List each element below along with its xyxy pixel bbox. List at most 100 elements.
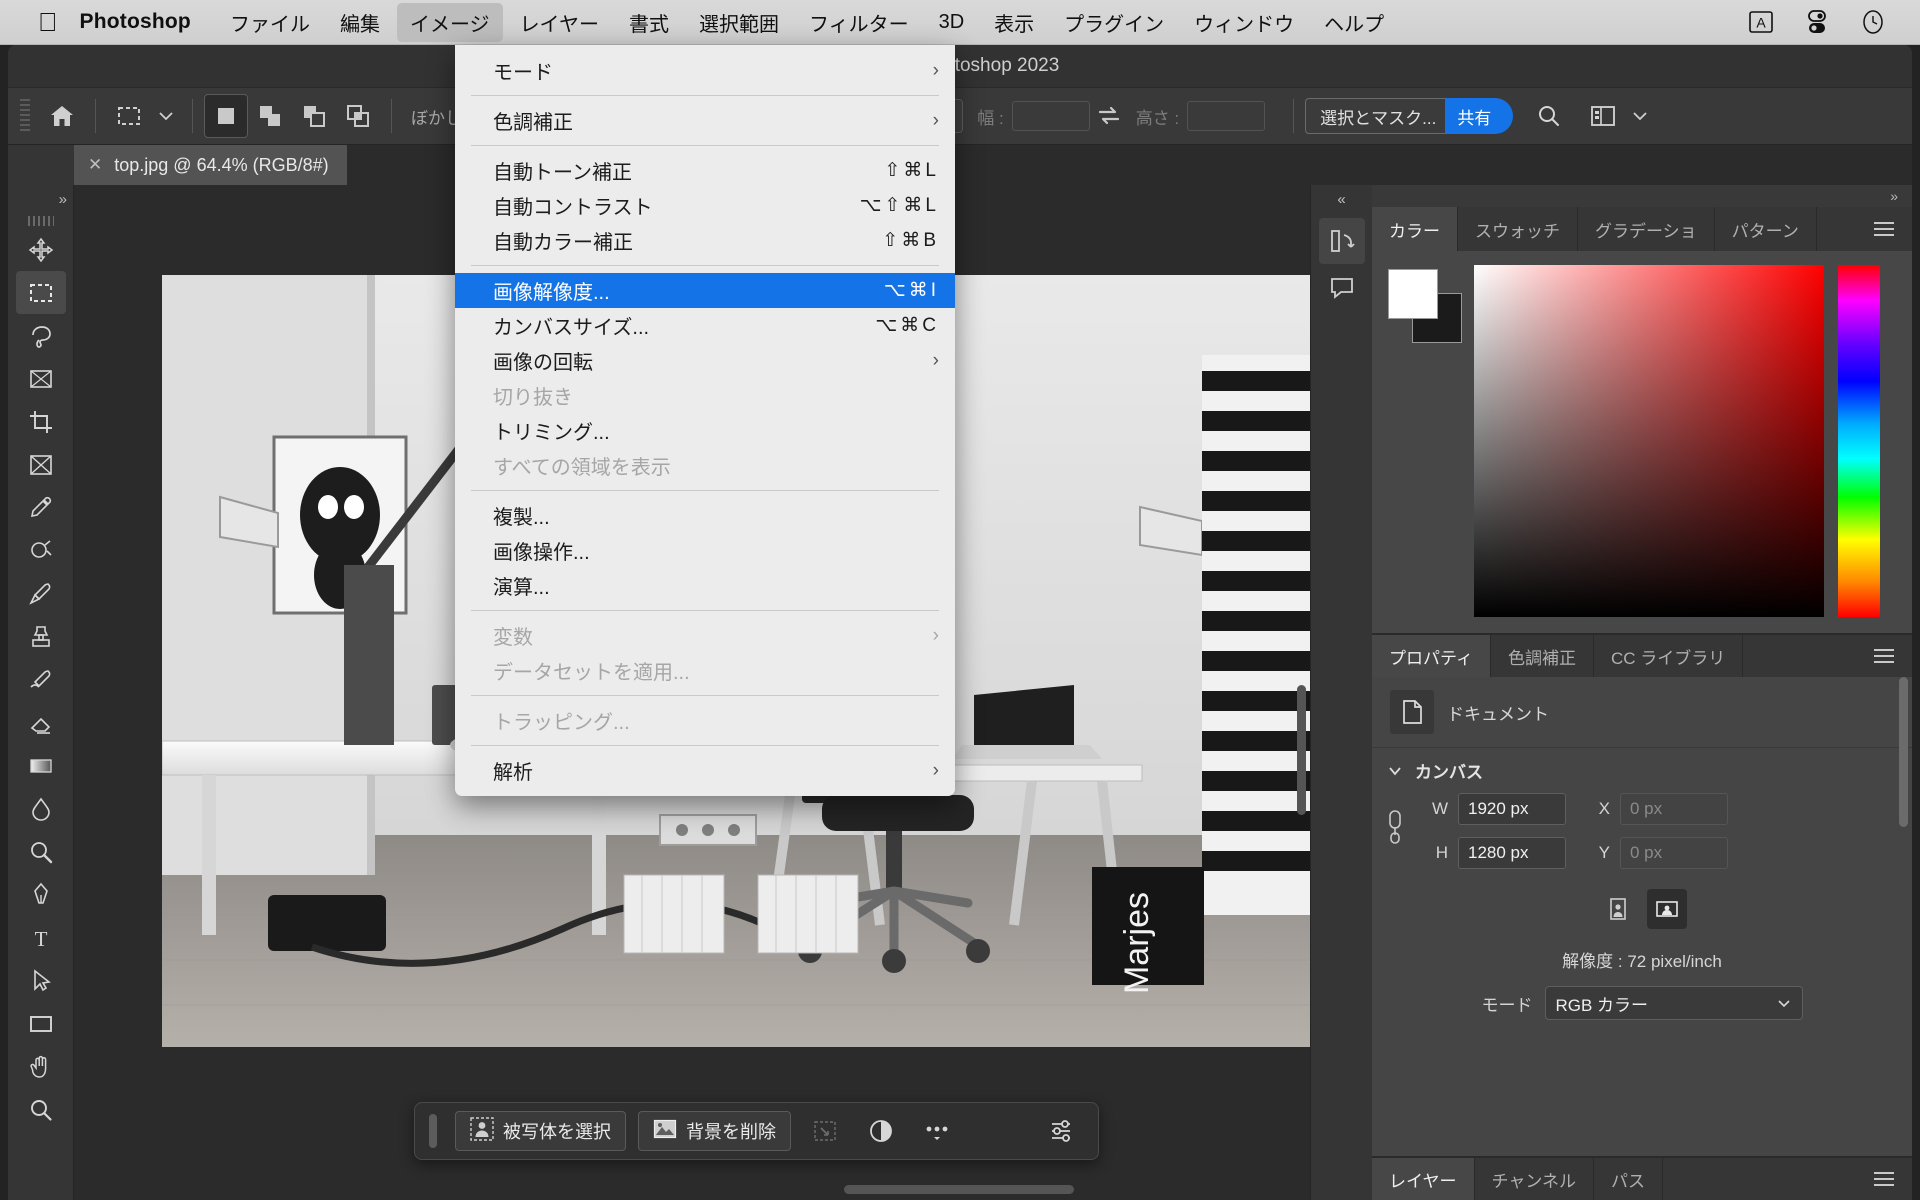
apple-logo-icon[interactable]: 	[38, 9, 58, 35]
dodge-tool[interactable]	[16, 830, 66, 873]
menu-file[interactable]: ファイル	[217, 3, 323, 42]
canvas-height-input[interactable]: 1280 px	[1458, 837, 1566, 869]
control-center-icon[interactable]	[1800, 6, 1834, 38]
tab-color[interactable]: カラー	[1372, 207, 1458, 251]
tab-swatches[interactable]: スウォッチ	[1458, 207, 1578, 251]
menu-item-adjustments[interactable]: 色調補正 ›	[455, 103, 955, 138]
menu-item-image-size[interactable]: 画像解像度... ⌥⌘I	[455, 273, 955, 308]
workspace-chevron-down-icon[interactable]	[1625, 94, 1655, 138]
tab-cc-libraries[interactable]: CC ライブラリ	[1593, 635, 1744, 677]
more-horizontal-icon[interactable]	[915, 1111, 959, 1151]
eraser-tool[interactable]	[16, 701, 66, 744]
link-constrain-icon[interactable]	[1372, 791, 1418, 863]
properties-scrollbar[interactable]	[1899, 677, 1908, 827]
input-source-A-icon[interactable]: A	[1744, 6, 1778, 38]
landscape-orientation-icon[interactable]	[1646, 889, 1687, 929]
sliders-icon[interactable]	[1040, 1111, 1084, 1151]
menu-help[interactable]: ヘルプ	[1311, 3, 1397, 42]
tools-panel-grip[interactable]	[27, 216, 54, 226]
object-selection-tool[interactable]	[16, 357, 66, 400]
foreground-color-swatch[interactable]	[1388, 269, 1438, 319]
color-picker-field[interactable]	[1474, 265, 1824, 617]
share-button[interactable]: 共有	[1445, 98, 1514, 134]
panels-collapse-button[interactable]: »	[1372, 185, 1912, 207]
menu-item-auto-contrast[interactable]: 自動コントラスト ⌥⇧⌘L	[455, 188, 955, 223]
menu-window[interactable]: ウィンドウ	[1181, 3, 1307, 42]
select-subject-button[interactable]: 被写体を選択	[455, 1111, 626, 1151]
menu-item-mode[interactable]: モード ›	[455, 53, 955, 88]
spot-healing-brush-tool[interactable]	[16, 529, 66, 572]
type-tool[interactable]: T	[16, 916, 66, 959]
menu-item-apply-image[interactable]: 画像操作...	[455, 533, 955, 568]
canvas-x-input[interactable]: 0 px	[1620, 793, 1728, 825]
tab-layers[interactable]: レイヤー	[1372, 1158, 1475, 1200]
rectangle-tool[interactable]	[16, 1002, 66, 1045]
menu-layer[interactable]: レイヤー	[507, 3, 612, 42]
transform-icon[interactable]	[803, 1111, 847, 1151]
menu-item-trim[interactable]: トリミング...	[455, 413, 955, 448]
history-panel-icon[interactable]	[1318, 218, 1365, 264]
comments-panel-icon[interactable]	[1319, 264, 1365, 310]
panel-menu-icon[interactable]	[1856, 207, 1912, 251]
tab-gradients[interactable]: グラデーショ	[1578, 207, 1715, 251]
remove-background-button[interactable]: 背景を削除	[638, 1111, 791, 1151]
canvas-vertical-scrollbar[interactable]	[1297, 685, 1306, 815]
menu-type[interactable]: 書式	[616, 3, 682, 42]
width-input[interactable]	[1011, 101, 1090, 131]
menu-item-canvas-size[interactable]: カンバスサイズ... ⌥⌘C	[455, 308, 955, 343]
height-input[interactable]	[1187, 101, 1266, 131]
active-app-name[interactable]: Photoshop	[80, 10, 191, 34]
intersect-selection-icon[interactable]	[336, 94, 380, 138]
search-icon[interactable]	[1527, 94, 1571, 138]
subtract-from-selection-icon[interactable]	[292, 94, 336, 138]
canvas-horizontal-scrollbar[interactable]	[844, 1185, 1074, 1194]
close-icon[interactable]: ✕	[88, 155, 102, 175]
frame-tool[interactable]	[16, 443, 66, 486]
path-selection-tool[interactable]	[16, 959, 66, 1002]
color-mode-select[interactable]: RGB カラー	[1544, 986, 1803, 1020]
menu-item-image-rotation[interactable]: 画像の回転 ›	[455, 343, 955, 378]
select-and-mask-button[interactable]: 選択とマスク...	[1305, 98, 1452, 134]
siri-icon[interactable]	[1856, 6, 1890, 38]
double-chevron-right-icon[interactable]: »	[59, 191, 73, 208]
menu-item-auto-color[interactable]: 自動カラー補正 ⇧⌘B	[455, 223, 955, 258]
pen-tool[interactable]	[16, 873, 66, 916]
rectangular-marquee-tool[interactable]	[15, 271, 66, 314]
menu-filter[interactable]: フィルター	[796, 3, 922, 42]
menu-item-calculations[interactable]: 演算...	[455, 568, 955, 603]
menu-item-analysis[interactable]: 解析 ›	[455, 753, 955, 788]
menu-plugins[interactable]: プラグイン	[1051, 3, 1177, 42]
eyedropper-tool[interactable]	[16, 486, 66, 529]
double-chevron-left-icon[interactable]: «	[1337, 191, 1345, 208]
add-to-selection-icon[interactable]	[248, 94, 292, 138]
gradient-tool[interactable]	[16, 744, 66, 787]
menu-edit[interactable]: 編集	[327, 3, 393, 42]
swap-arrows-icon[interactable]	[1090, 94, 1128, 138]
clone-stamp-tool[interactable]	[16, 615, 66, 658]
rectangular-marquee-icon[interactable]	[107, 94, 151, 138]
portrait-orientation-icon[interactable]	[1598, 889, 1638, 929]
home-icon[interactable]	[40, 94, 84, 138]
menu-image[interactable]: イメージ	[396, 2, 503, 42]
menu-view[interactable]: 表示	[981, 3, 1047, 42]
history-brush-tool[interactable]	[16, 658, 66, 701]
panel-menu-icon[interactable]	[1856, 635, 1912, 677]
canvas-section-header[interactable]: カンバス	[1372, 748, 1912, 787]
document-tab[interactable]: ✕ top.jpg @ 64.4% (RGB/8#)	[74, 145, 348, 185]
chevron-down-icon[interactable]	[151, 94, 181, 138]
brush-tool[interactable]	[16, 572, 66, 615]
lasso-tool[interactable]	[16, 314, 66, 357]
menu-item-auto-tone[interactable]: 自動トーン補正 ⇧⌘L	[455, 153, 955, 188]
half-circle-adjustment-icon[interactable]	[859, 1111, 903, 1151]
color-swatches[interactable]	[1388, 269, 1462, 343]
blur-tool[interactable]	[16, 787, 66, 830]
move-tool[interactable]	[16, 228, 66, 271]
menu-3d[interactable]: 3D	[926, 6, 978, 39]
menu-select[interactable]: 選択範囲	[686, 3, 792, 42]
new-selection-icon[interactable]	[204, 94, 248, 138]
zoom-tool[interactable]	[16, 1088, 66, 1131]
hand-tool[interactable]	[16, 1045, 66, 1088]
canvas-y-input[interactable]: 0 px	[1620, 837, 1728, 869]
tab-paths[interactable]: パス	[1594, 1158, 1663, 1200]
workspace-icon[interactable]	[1581, 94, 1625, 138]
